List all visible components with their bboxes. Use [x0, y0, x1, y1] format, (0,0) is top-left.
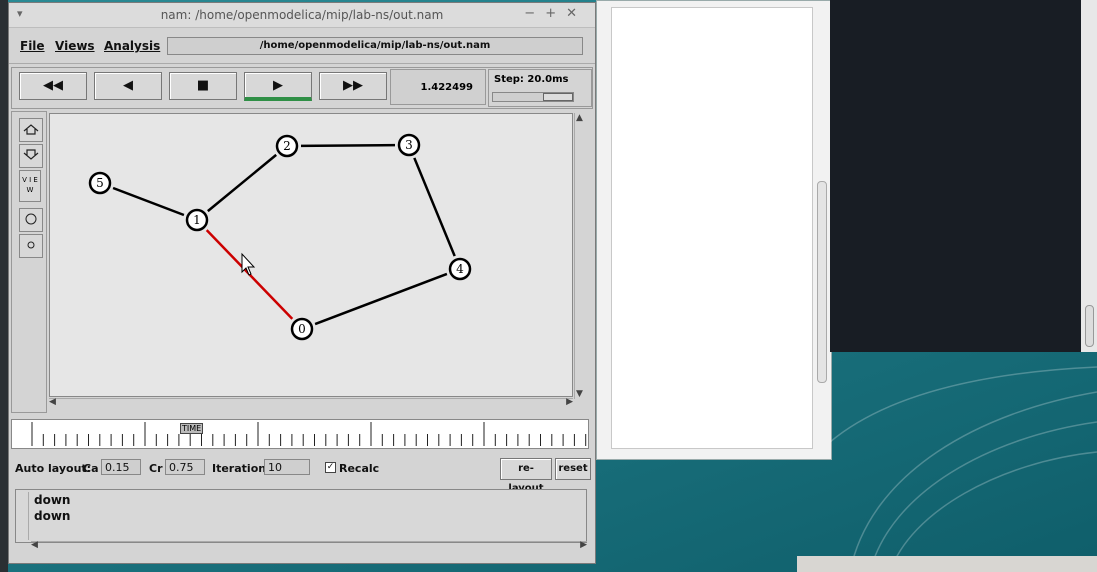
scroll-right-icon[interactable]: ▶ [566, 397, 573, 407]
terminal-scrollbar[interactable] [1081, 0, 1097, 352]
link-1-2[interactable] [207, 153, 277, 213]
zoom-in-icon [23, 124, 39, 135]
recalc-label: Recalc [339, 462, 380, 475]
play-backward-icon: ◀ [123, 78, 133, 93]
circle-small-icon [27, 241, 35, 249]
step-back-button[interactable]: ◀ [94, 72, 162, 100]
link-2-3[interactable] [300, 143, 396, 148]
log-horizontal-scrollbar[interactable]: ◀ ▶ [31, 540, 587, 552]
step-slider-knob[interactable] [543, 93, 573, 101]
topology-graph[interactable]: 0 1 2 3 4 5 [50, 114, 572, 396]
recalc-checkbox[interactable]: ✓ [325, 462, 336, 473]
background-window [596, 0, 832, 460]
step-control: Step: 20.0ms [488, 69, 592, 107]
view-button[interactable]: V I E W [19, 170, 41, 202]
desktop-corner-window [797, 556, 1097, 572]
canvas-vertical-scrollbar[interactable]: ▲ ▼ [574, 113, 587, 399]
step-label: Step: 20.0ms [494, 74, 569, 85]
node-label: 1 [193, 213, 201, 227]
node-2[interactable]: 2 [275, 134, 299, 158]
annotation-log: down down [15, 489, 587, 543]
title-bar: ▾ nam: /home/openmodelica/mip/lab-ns/out… [9, 3, 595, 28]
scroll-up-icon[interactable]: ▲ [576, 113, 583, 123]
log-line: down [34, 509, 71, 523]
divider [9, 63, 595, 64]
node-label: 4 [456, 262, 464, 276]
rewind-button[interactable]: ◀◀ [19, 72, 87, 100]
canvas-horizontal-scrollbar[interactable]: ◀ ▶ [49, 397, 573, 409]
auto-layout-label: Auto layout: [15, 462, 92, 475]
large-node-button[interactable] [19, 208, 43, 232]
play-icon: ▶ [273, 78, 283, 93]
auto-layout-row: Auto layout: Ca 0.15 Cr 0.75 Iterations … [15, 458, 591, 494]
node-5[interactable]: 5 [88, 171, 112, 195]
zoom-in-button[interactable] [19, 118, 43, 142]
link-4-0[interactable] [314, 272, 448, 326]
link-5-1[interactable] [112, 186, 185, 217]
window-controls: −+✕ [524, 6, 587, 21]
node-label: 3 [405, 138, 413, 152]
node-label: 0 [298, 322, 306, 336]
background-window-content [611, 7, 813, 449]
playback-controls: ◀◀ ◀ ■ ▶ ▶▶ 1.422499 Step: 20.0ms [11, 67, 593, 109]
menu-file[interactable]: File [20, 39, 45, 53]
view-toolbar: V I E W [11, 111, 47, 413]
circle-large-icon [25, 213, 37, 225]
stop-button[interactable]: ■ [169, 72, 237, 100]
window-title: nam: /home/openmodelica/mip/lab-ns/out.n… [160, 8, 444, 22]
node-3[interactable]: 3 [397, 133, 421, 157]
time-slider[interactable]: TIME [11, 419, 589, 449]
node-4[interactable]: 4 [448, 257, 472, 281]
background-window-scrollbar[interactable] [817, 181, 827, 383]
fast-forward-button[interactable]: ▶▶ [319, 72, 387, 100]
mouse-cursor-icon [241, 252, 256, 276]
log-vertical-scrollbar[interactable] [18, 492, 29, 540]
terminal-scroll-thumb[interactable] [1085, 305, 1094, 347]
nam-window: ▾ nam: /home/openmodelica/mip/lab-ns/out… [8, 2, 596, 564]
node-label: 2 [283, 139, 291, 153]
relayout-button[interactable]: re-layout [500, 458, 552, 494]
ca-input[interactable]: 0.15 [101, 459, 141, 475]
log-scroll-right-icon[interactable]: ▶ [580, 540, 587, 550]
link-3-4[interactable] [413, 157, 456, 257]
node-1[interactable]: 1 [185, 208, 209, 232]
cr-label: Cr [149, 462, 163, 475]
zoom-out-button[interactable] [19, 144, 43, 168]
file-path-display: /home/openmodelica/mip/lab-ns/out.nam [167, 37, 583, 55]
step-slider[interactable] [492, 92, 574, 102]
fast-forward-icon: ▶▶ [343, 78, 363, 93]
close-button[interactable]: ✕ [566, 6, 587, 21]
time-slider-marker[interactable]: TIME [180, 423, 204, 434]
ca-label: Ca [83, 462, 99, 475]
minimize-button[interactable]: − [524, 6, 545, 21]
scroll-left-icon[interactable]: ◀ [49, 397, 56, 407]
menu-views[interactable]: Views [55, 39, 95, 53]
cr-input[interactable]: 0.75 [165, 459, 205, 475]
scroll-down-icon[interactable]: ▼ [576, 389, 583, 399]
reset-button[interactable]: reset [555, 458, 591, 480]
current-time-display: 1.422499 [390, 69, 486, 105]
iterations-input[interactable]: 10 [264, 459, 310, 475]
network-canvas[interactable]: 0 1 2 3 4 5 [49, 113, 573, 397]
rewind-icon: ◀◀ [43, 78, 63, 93]
timeline-ticks [31, 422, 587, 446]
small-node-button[interactable] [19, 234, 43, 258]
terminal-window [830, 0, 1097, 352]
stop-icon: ■ [196, 78, 210, 93]
desktop-left-panel [0, 0, 8, 572]
log-scroll-left-icon[interactable]: ◀ [31, 540, 38, 550]
play-button[interactable]: ▶ [244, 72, 312, 101]
wallpaper-swirl [830, 366, 1097, 572]
node-0[interactable]: 0 [290, 317, 314, 341]
log-line: down [34, 493, 71, 507]
menu-bar: File Views Analysis /home/openmodelica/m… [9, 31, 595, 61]
maximize-button[interactable]: + [545, 6, 566, 21]
zoom-out-icon [23, 149, 39, 160]
menu-analysis[interactable]: Analysis [104, 39, 160, 53]
node-label: 5 [96, 176, 104, 190]
